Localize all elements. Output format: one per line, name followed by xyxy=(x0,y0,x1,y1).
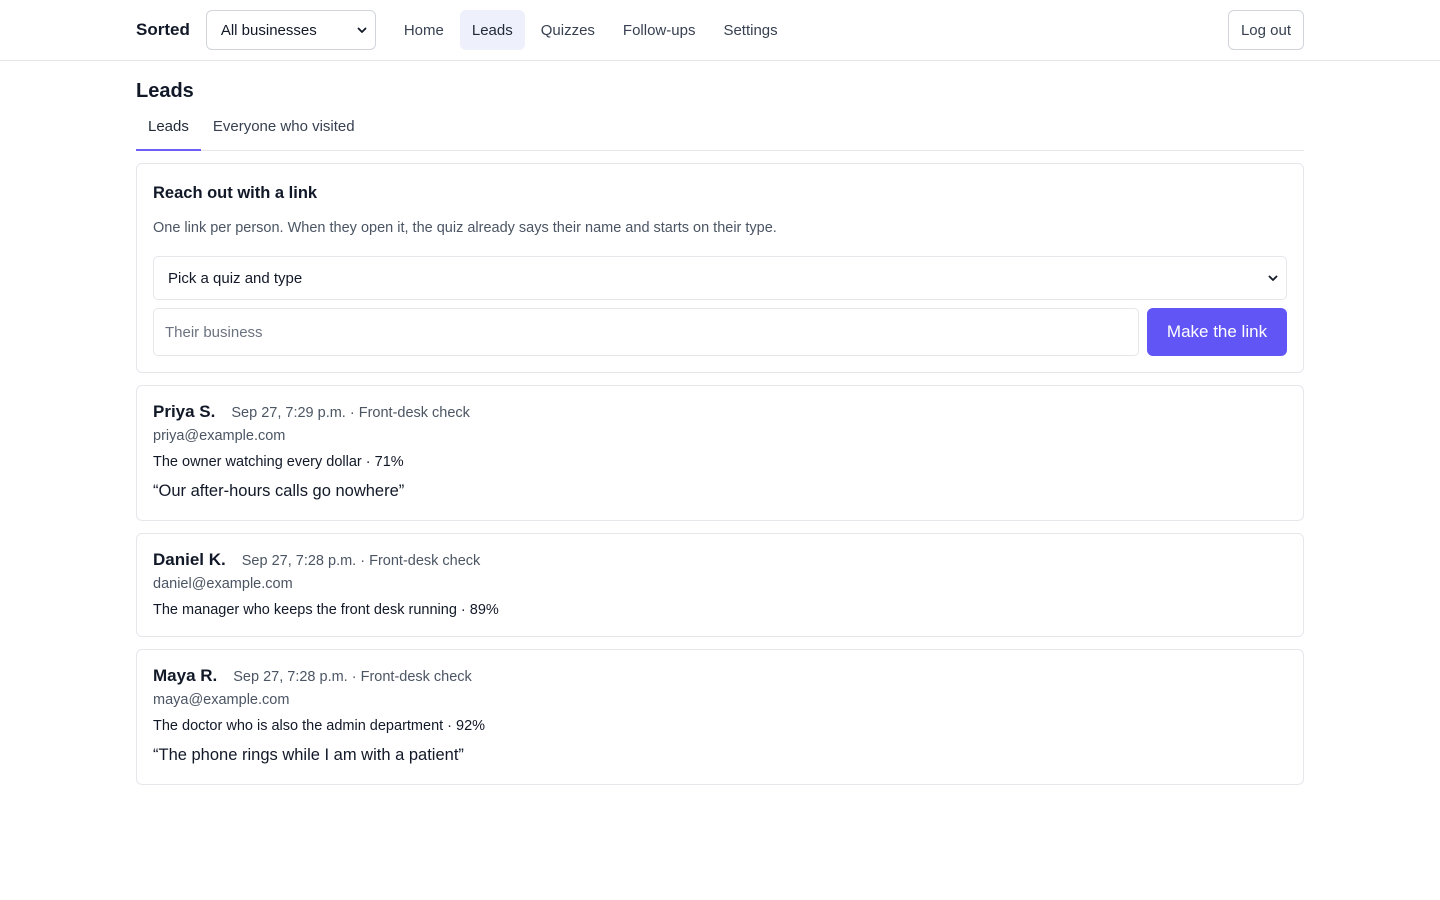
business-select-value: All businesses xyxy=(220,21,317,39)
lead-meta: Sep 27, 7:29 p.m. · Front-desk check xyxy=(231,405,470,421)
lead-card[interactable]: Priya S. Sep 27, 7:29 p.m. · Front-desk … xyxy=(136,385,1304,521)
lead-email[interactable]: maya@example.com xyxy=(153,690,1287,710)
lead-header: Priya S. Sep 27, 7:29 p.m. · Front-desk … xyxy=(153,402,1287,424)
nav-settings[interactable]: Settings xyxy=(711,10,789,50)
main-content: Leads Leads Everyone who visited Reach o… xyxy=(136,78,1304,785)
their-business-input[interactable] xyxy=(153,308,1139,356)
logout-button[interactable]: Log out xyxy=(1227,10,1304,50)
lead-quote: “The phone rings while I am with a patie… xyxy=(153,746,464,764)
lead-meta: Sep 27, 7:28 p.m. · Front-desk check xyxy=(233,669,472,685)
nav-follow-ups[interactable]: Follow-ups xyxy=(611,10,708,50)
lead-email[interactable]: daniel@example.com xyxy=(153,574,1287,594)
lead-quote: “Our after-hours calls go nowhere” xyxy=(153,482,405,500)
lead-meta: Sep 27, 7:28 p.m. · Front-desk check xyxy=(241,553,481,569)
lead-type-score: The doctor who is also the admin departm… xyxy=(153,718,486,734)
make-link-button[interactable]: Make the link xyxy=(1147,308,1287,356)
main-nav: Home Leads Quizzes Follow-ups Settings xyxy=(392,10,790,50)
quiz-type-select-value: Pick a quiz and type xyxy=(168,269,303,287)
lead-card[interactable]: Daniel K. Sep 27, 7:28 p.m. · Front-desk… xyxy=(136,533,1304,637)
tab-bar: Leads Everyone who visited xyxy=(136,115,1304,151)
chevron-down-icon xyxy=(357,25,367,35)
reach-out-description: One link per person. When they open it, … xyxy=(153,220,777,236)
reach-out-card: Reach out with a link One link per perso… xyxy=(136,163,1304,373)
top-bar-content: Sorted All businesses Home Leads Quizzes… xyxy=(136,10,1304,50)
nav-quizzes[interactable]: Quizzes xyxy=(529,10,607,50)
lead-header: Daniel K. Sep 27, 7:28 p.m. · Front-desk… xyxy=(153,550,1287,572)
lead-card[interactable]: Maya R. Sep 27, 7:28 p.m. · Front-desk c… xyxy=(136,649,1304,785)
lead-name: Maya R. xyxy=(153,666,218,685)
lead-type-score: The manager who keeps the front desk run… xyxy=(153,602,499,618)
reach-out-title: Reach out with a link xyxy=(153,184,318,202)
chevron-down-icon xyxy=(1268,273,1278,283)
lead-type-score: The owner watching every dollar · 71% xyxy=(153,454,404,470)
link-form-row: Make the link xyxy=(153,308,1287,356)
lead-name: Priya S. xyxy=(153,402,216,421)
nav-leads[interactable]: Leads xyxy=(459,10,525,50)
top-bar: Sorted All businesses Home Leads Quizzes… xyxy=(0,0,1440,61)
nav-home[interactable]: Home xyxy=(392,10,456,50)
page-title: Leads xyxy=(136,80,194,102)
business-select[interactable]: All businesses xyxy=(205,10,376,50)
tab-everyone-who-visited[interactable]: Everyone who visited xyxy=(201,115,367,150)
lead-header: Maya R. Sep 27, 7:28 p.m. · Front-desk c… xyxy=(153,666,1287,688)
quiz-type-select[interactable]: Pick a quiz and type xyxy=(153,256,1287,300)
tab-leads[interactable]: Leads xyxy=(136,115,201,151)
lead-email[interactable]: priya@example.com xyxy=(153,426,1287,446)
brand-logo[interactable]: Sorted xyxy=(136,20,190,40)
lead-name: Daniel K. xyxy=(153,550,226,569)
